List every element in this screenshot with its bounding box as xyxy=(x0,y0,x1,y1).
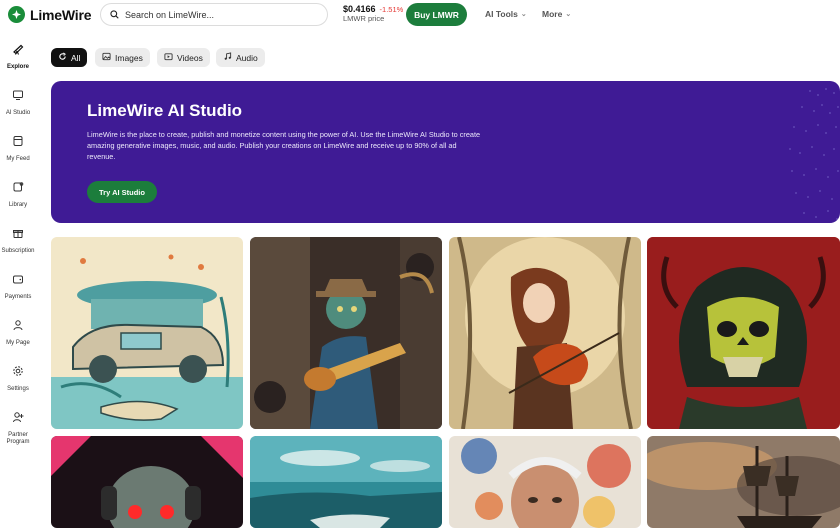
gallery-item-robot-headphones[interactable] xyxy=(51,436,243,528)
sidebar-item-label: Partner Program xyxy=(6,432,30,445)
search-icon xyxy=(110,6,119,24)
gallery-item-violinist-girl[interactable] xyxy=(449,237,641,429)
sidebar: Explore AI Studio My Feed Library Subscr… xyxy=(0,32,36,528)
partner-icon xyxy=(12,410,24,428)
sidebar-item-ai-studio[interactable]: AI Studio xyxy=(0,88,36,117)
gallery-item-ocean-boat[interactable] xyxy=(250,436,442,528)
gallery-item-skull-warrior[interactable] xyxy=(647,237,840,429)
filter-label: Images xyxy=(115,52,143,63)
filter-all[interactable]: All xyxy=(51,48,88,67)
sidebar-item-label: Explore xyxy=(6,64,29,70)
ai-tools-label: AI Tools xyxy=(485,9,518,19)
token-price-value: $0.4166 xyxy=(343,4,376,14)
wallet-icon xyxy=(12,272,24,290)
token-price: $0.4166 -1.51% LMWR price xyxy=(343,4,403,23)
chevron-down-icon: ⌄ xyxy=(520,11,527,18)
gear-icon xyxy=(12,364,24,382)
feed-icon xyxy=(12,134,24,152)
gallery-item-underwater-car[interactable] xyxy=(51,237,243,429)
sidebar-item-label: Subscription xyxy=(1,248,35,254)
library-icon xyxy=(12,180,24,198)
user-icon xyxy=(12,318,24,336)
search-bar[interactable] xyxy=(100,3,328,26)
token-price-label: LMWR price xyxy=(343,13,385,23)
limewire-logo-icon xyxy=(8,6,25,23)
search-input[interactable] xyxy=(125,9,315,20)
app-root: LimeWire $0.4166 -1.51% LMWR price Buy L… xyxy=(0,0,840,528)
refresh-icon xyxy=(58,52,67,63)
sidebar-item-label: Payments xyxy=(4,294,32,300)
gallery-item-paint-portrait[interactable] xyxy=(449,436,641,528)
filter-label: Videos xyxy=(177,52,203,63)
filter-videos[interactable]: Videos xyxy=(157,48,210,67)
sidebar-item-payments[interactable]: Payments xyxy=(0,272,36,301)
dot-pattern-decoration xyxy=(789,88,839,220)
pirate-ship-artwork xyxy=(647,436,840,528)
gift-icon xyxy=(12,226,24,244)
ai-tools-menu[interactable]: AI Tools ⌄ xyxy=(485,9,527,19)
violinist-girl-artwork xyxy=(449,237,641,429)
brand-name: LimeWire xyxy=(30,6,92,23)
buy-lmwr-button[interactable]: Buy LMWR xyxy=(406,3,467,26)
more-label: More xyxy=(542,9,563,19)
sidebar-item-label: My Page xyxy=(6,340,30,346)
sidebar-item-explore[interactable]: Explore xyxy=(0,42,36,71)
robot-headphones-artwork xyxy=(51,436,243,528)
sidebar-item-label: My Feed xyxy=(6,156,30,162)
zombie-guitarist-artwork xyxy=(250,237,442,429)
filter-audio[interactable]: Audio xyxy=(216,48,265,67)
skull-warrior-artwork xyxy=(647,237,840,429)
banner-title: LimeWire AI Studio xyxy=(87,101,243,120)
brand-logo[interactable]: LimeWire xyxy=(8,6,91,23)
sidebar-item-subscription[interactable]: Subscription xyxy=(0,226,36,255)
chevron-down-icon: ⌄ xyxy=(565,11,572,18)
underwater-car-artwork xyxy=(51,237,243,429)
sidebar-item-my-feed[interactable]: My Feed xyxy=(0,134,36,163)
more-menu[interactable]: More ⌄ xyxy=(542,9,571,19)
sidebar-item-label: Settings xyxy=(7,386,29,392)
image-icon xyxy=(102,52,111,63)
sidebar-item-library[interactable]: Library xyxy=(0,180,36,209)
gallery-item-zombie-guitarist[interactable] xyxy=(250,237,442,429)
sidebar-item-partner-program[interactable]: Partner Program xyxy=(0,410,36,446)
monitor-icon xyxy=(12,88,24,106)
sidebar-item-label: AI Studio xyxy=(5,110,31,116)
banner-description: LimeWire is the place to create, publish… xyxy=(87,130,481,161)
telescope-icon xyxy=(12,42,24,60)
try-ai-studio-button[interactable]: Try AI Studio xyxy=(87,181,157,203)
sidebar-item-settings[interactable]: Settings xyxy=(0,364,36,393)
filter-label: Audio xyxy=(236,52,258,63)
top-header: LimeWire $0.4166 -1.51% LMWR price Buy L… xyxy=(0,0,840,32)
paint-portrait-artwork xyxy=(449,436,641,528)
filter-label: All xyxy=(71,52,81,63)
sidebar-item-label: Library xyxy=(8,202,28,208)
ai-studio-banner: LimeWire AI Studio LimeWire is the place… xyxy=(51,81,840,223)
filter-images[interactable]: Images xyxy=(95,48,150,67)
video-icon xyxy=(164,52,173,63)
sidebar-item-my-page[interactable]: My Page xyxy=(0,318,36,347)
gallery-item-pirate-ship[interactable] xyxy=(647,436,840,528)
ocean-boat-artwork xyxy=(250,436,442,528)
music-note-icon xyxy=(223,52,232,63)
